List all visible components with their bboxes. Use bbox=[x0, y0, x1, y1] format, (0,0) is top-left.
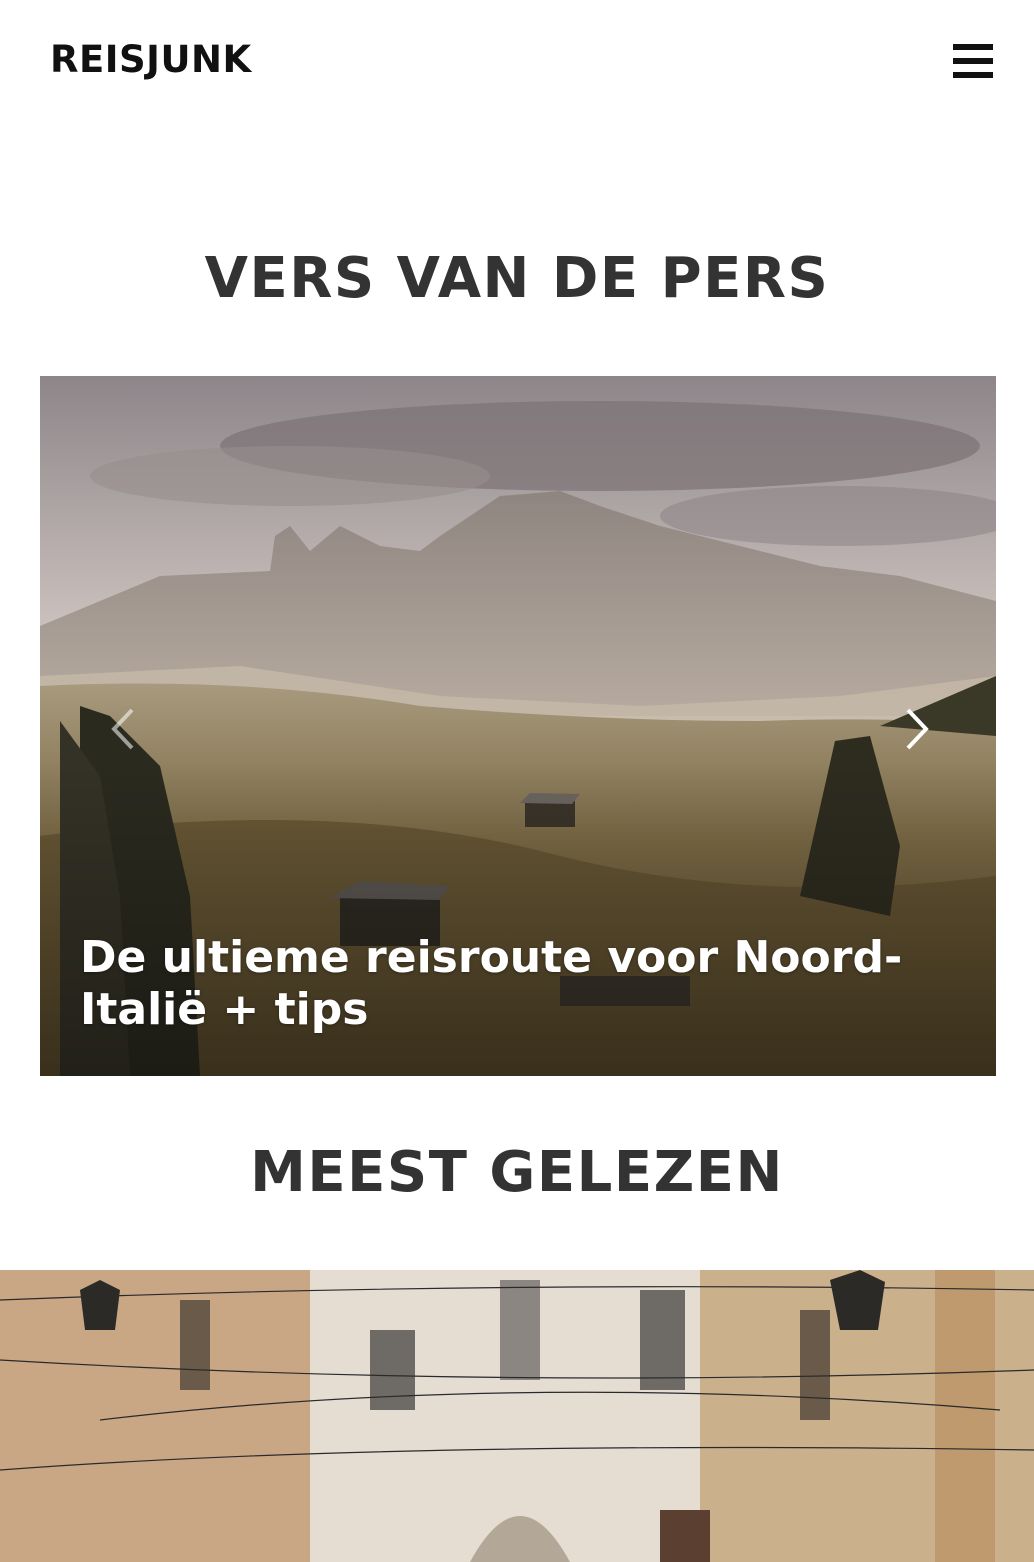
site-header: REISJUNK bbox=[0, 0, 1034, 130]
most-read-image[interactable] bbox=[0, 1270, 1034, 1562]
site-logo[interactable]: REISJUNK bbox=[50, 38, 252, 81]
menu-bar bbox=[953, 72, 993, 78]
menu-bar bbox=[953, 58, 993, 64]
section-title-most-read: MEEST GELEZEN bbox=[250, 1140, 784, 1205]
street-photo bbox=[0, 1270, 1034, 1562]
hamburger-icon[interactable] bbox=[953, 44, 993, 78]
menu-bar bbox=[953, 44, 993, 50]
chevron-right-icon[interactable] bbox=[896, 704, 936, 754]
chevron-left-icon[interactable] bbox=[104, 704, 144, 754]
slide-caption[interactable]: De ultieme reisroute voor Noord-Italië +… bbox=[80, 932, 940, 1036]
article-slider[interactable]: De ultieme reisroute voor Noord-Italië +… bbox=[40, 376, 996, 1076]
section-title-fresh: VERS VAN DE PERS bbox=[204, 246, 830, 311]
